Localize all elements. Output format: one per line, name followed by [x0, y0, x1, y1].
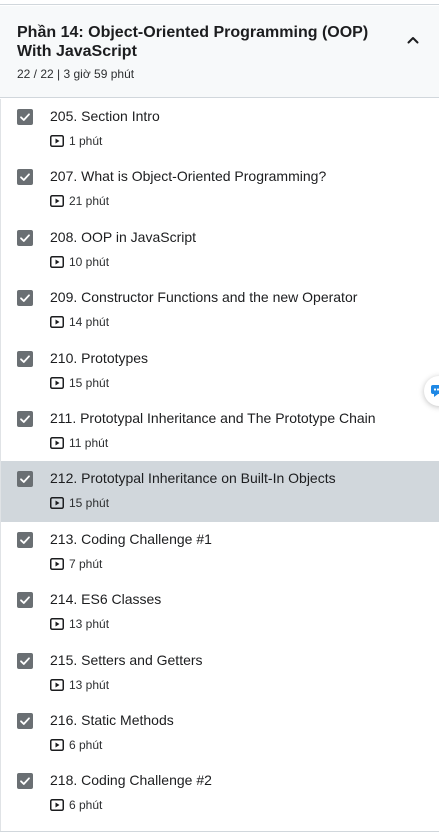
lecture-duration: 6 phút: [69, 798, 103, 813]
checkmark-icon: [20, 354, 30, 363]
lecture-title: 211. Prototypal Inheritance and The Prot…: [50, 409, 376, 426]
completed-checkbox[interactable]: [17, 773, 33, 790]
lecture-duration: 15 phút: [69, 375, 110, 390]
lecture-item[interactable]: 218. Coding Challenge #2 6 phút: [1, 763, 439, 824]
bottom-divider: [0, 831, 439, 835]
lecture-meta: 13 phút: [50, 678, 109, 692]
completed-checkbox[interactable]: [17, 169, 33, 186]
play-video-icon: [50, 195, 64, 208]
lecture-title: 208. OOP in JavaScript: [50, 228, 197, 245]
lecture-meta: 7 phút: [50, 557, 102, 571]
lecture-meta: 11 phút: [50, 436, 108, 450]
lecture-meta: 10 phút: [50, 255, 109, 269]
completed-checkbox[interactable]: [17, 652, 33, 669]
lecture-item[interactable]: 209. Constructor Functions and the new O…: [1, 280, 439, 341]
checkmark-icon: [20, 475, 30, 484]
lecture-meta: 6 phút: [50, 798, 102, 812]
lecture-title: 210. Prototypes: [50, 349, 149, 366]
lecture-title: 205. Section Intro: [50, 108, 160, 124]
checkmark-icon: [20, 717, 30, 725]
lecture-duration: 11 phút: [69, 435, 109, 450]
completed-checkbox[interactable]: [17, 229, 33, 246]
lecture-duration: 10 phút: [69, 254, 110, 269]
lecture-item[interactable]: 212. Prototypal Inheritance on Built-In …: [1, 461, 439, 522]
checkmark-icon: [20, 173, 30, 182]
checkmark-icon: [20, 777, 30, 786]
play-video-icon: [50, 255, 64, 268]
play-video-icon: [50, 557, 64, 570]
lecture-item[interactable]: 210. Prototypes 15 phút: [1, 340, 439, 401]
completed-checkbox[interactable]: [17, 109, 33, 125]
completed-checkbox[interactable]: [17, 290, 33, 307]
lecture-title: 215. Setters and Getters: [50, 651, 203, 668]
checkmark-icon: [20, 536, 30, 544]
play-video-icon: [50, 738, 64, 751]
section-progress: 22 / 22 | 3 giờ 59 phút: [17, 67, 135, 81]
lecture-meta: 14 phút: [50, 315, 109, 329]
completed-checkbox[interactable]: [17, 410, 33, 427]
lecture-item[interactable]: 205. Section Intro 1 phút: [1, 99, 439, 160]
play-video-icon: [50, 135, 64, 147]
play-video-icon: [50, 316, 64, 329]
checkmark-icon: [20, 656, 30, 665]
play-video-icon: [50, 799, 64, 812]
lecture-meta: 15 phút: [50, 496, 109, 510]
lecture-duration: 15 phút: [69, 496, 110, 511]
lecture-duration: 1 phút: [69, 134, 103, 148]
completed-checkbox[interactable]: [17, 592, 33, 609]
lecture-meta: 15 phút: [50, 376, 109, 390]
checkmark-icon: [20, 113, 30, 121]
lecture-title: 212. Prototypal Inheritance on Built-In …: [50, 470, 336, 487]
checkmark-icon: [20, 596, 30, 605]
play-video-icon: [50, 678, 64, 691]
completed-checkbox[interactable]: [17, 471, 33, 488]
chat-bubble-icon: [431, 385, 439, 397]
top-divider: [0, 0, 439, 5]
chevron-up-icon[interactable]: [405, 32, 421, 48]
completed-checkbox[interactable]: [17, 350, 33, 367]
lecture-item[interactable]: 211. Prototypal Inheritance and The Prot…: [1, 400, 439, 462]
lecture-title: 214. ES6 Classes: [50, 591, 162, 608]
play-video-icon: [50, 497, 64, 510]
lecture-duration: 21 phút: [69, 194, 110, 209]
play-video-icon: [50, 436, 64, 449]
lecture-item[interactable]: 213. Coding Challenge #1 7 phút: [1, 521, 439, 583]
lecture-item[interactable]: 207. What is Object-Oriented Programming…: [1, 159, 439, 220]
completed-checkbox[interactable]: [17, 712, 33, 729]
play-video-icon: [50, 376, 64, 389]
section-header[interactable]: Phần 14: Object-Oriented Programming (OO…: [0, 6, 439, 98]
lecture-title: 209. Constructor Functions and the new O…: [50, 289, 358, 306]
checkmark-icon: [20, 234, 30, 242]
lecture-meta: 21 phút: [50, 194, 109, 208]
lecture-title: 218. Coding Challenge #2: [50, 772, 212, 789]
lecture-item[interactable]: 216. Static Methods 6 phút: [1, 702, 439, 764]
lecture-duration: 7 phút: [69, 556, 103, 571]
lecture-item[interactable]: 208. OOP in JavaScript 10 phút: [1, 219, 439, 281]
lecture-duration: 13 phút: [69, 677, 110, 692]
lecture-meta: 6 phút: [50, 738, 102, 752]
lecture-meta: 1 phút: [50, 134, 102, 148]
course-content-panel: Phần 14: Object-Oriented Programming (OO…: [0, 0, 439, 835]
lecture-list: 205. Section Intro 1 phút 207. What is Obj…: [0, 99, 439, 835]
lecture-title: 216. Static Methods: [50, 711, 174, 728]
lecture-title: 207. What is Object-Oriented Programming…: [50, 168, 327, 185]
lecture-item[interactable]: 215. Setters and Getters 13 phút: [1, 642, 439, 703]
completed-checkbox[interactable]: [17, 531, 33, 548]
checkmark-icon: [20, 415, 30, 423]
checkmark-icon: [20, 294, 30, 303]
lecture-item[interactable]: 214. ES6 Classes 13 phút: [1, 582, 439, 643]
lecture-duration: 14 phút: [69, 315, 110, 330]
lecture-duration: 13 phút: [69, 617, 110, 632]
lecture-title: 213. Coding Challenge #1: [50, 530, 212, 547]
lecture-duration: 6 phút: [69, 737, 103, 752]
lecture-meta: 13 phút: [50, 617, 109, 631]
play-video-icon: [50, 618, 64, 631]
section-title: Phần 14: Object-Oriented Programming (OO…: [17, 24, 369, 60]
